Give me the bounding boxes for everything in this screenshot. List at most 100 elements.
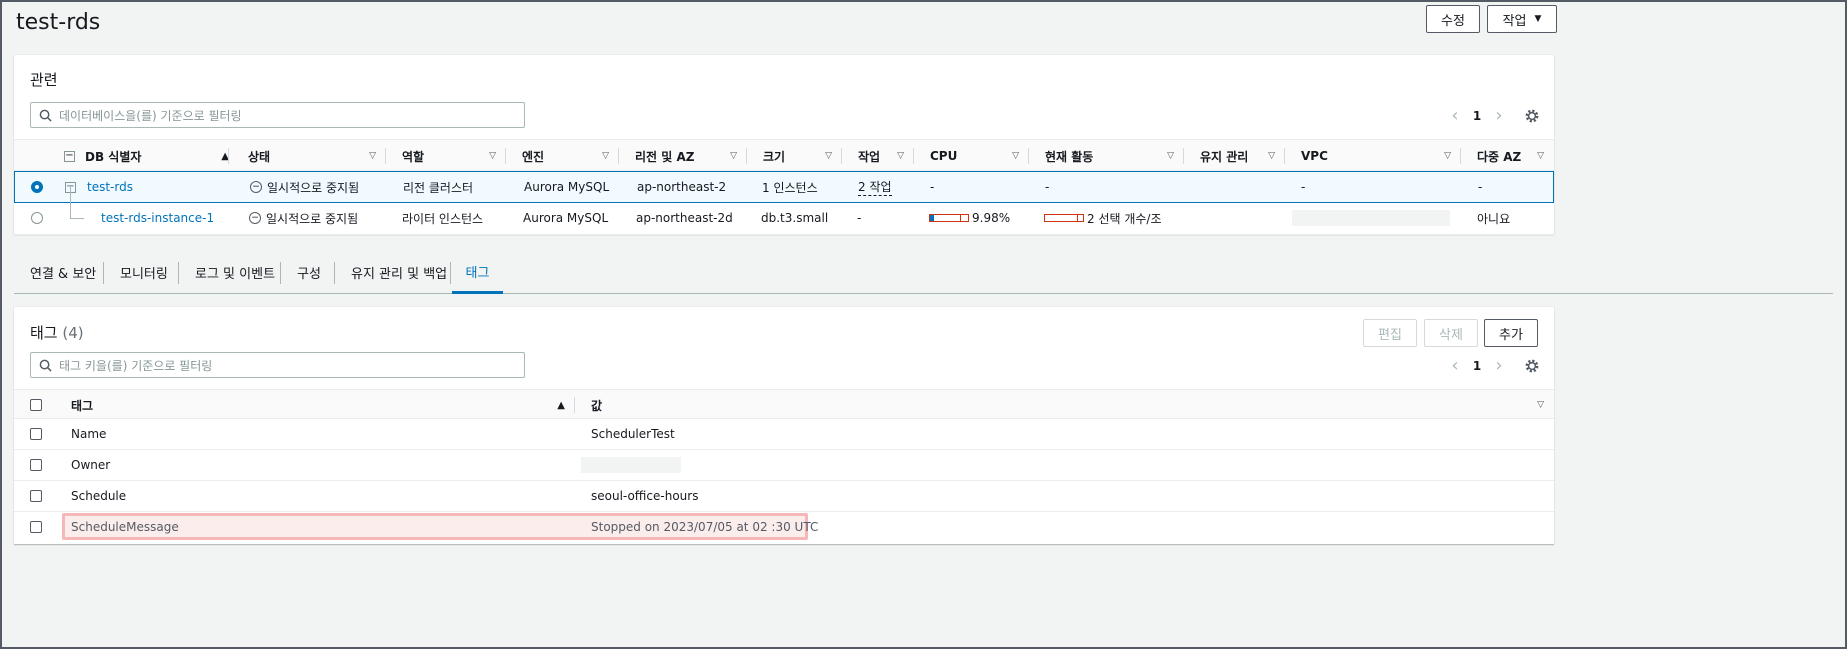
col-tag-value[interactable]: 값 ▽ [591, 390, 1554, 420]
tab-logs-events[interactable]: 로그 및 이벤트 [195, 252, 275, 293]
sort-icon[interactable]: ▽ [1444, 151, 1451, 161]
status-text: 일시적으로 중지됨 [267, 180, 360, 195]
col-region-az[interactable]: 리전 및 AZ ▽ [619, 140, 747, 172]
row-checkbox[interactable] [30, 521, 42, 533]
role-text: 라이터 인스턴스 [402, 211, 484, 226]
detail-tabs: 연결 & 보안 모니터링 로그 및 이벤트 구성 유지 관리 및 백업 태그 [14, 252, 1833, 294]
col-maintenance[interactable]: 유지 관리 ▽ [1184, 140, 1285, 172]
edit-tags-label: 편집 [1378, 327, 1402, 343]
related-pagination: ‹ 1 › [1444, 107, 1540, 125]
next-page-icon[interactable]: › [1488, 357, 1510, 375]
sort-icon[interactable]: ▽ [1268, 151, 1275, 161]
activity-bar [1044, 214, 1084, 222]
table-row[interactable]: Name SchedulerTest [14, 419, 1554, 450]
col-label: 값 [591, 398, 603, 413]
page-number[interactable]: 1 [1466, 109, 1488, 123]
col-role[interactable]: 역할 ▽ [386, 140, 506, 172]
table-row[interactable]: test-rds-instance-1 − 일시적으로 중지됨 라이터 인스턴스 … [14, 187, 1554, 235]
tags-table-header: 태그 ▲ 값 ▽ [14, 389, 1554, 419]
row-radio[interactable] [31, 212, 43, 224]
prev-page-icon[interactable]: ‹ [1444, 357, 1466, 375]
edit-tags-button[interactable]: 편집 [1363, 319, 1417, 347]
tab-monitoring[interactable]: 모니터링 [120, 252, 168, 293]
col-engine[interactable]: 엔진 ▽ [506, 140, 619, 172]
select-all-checkbox[interactable] [30, 399, 42, 411]
delete-tags-button[interactable]: 삭제 [1424, 319, 1478, 347]
tab-configuration[interactable]: 구성 [297, 252, 321, 293]
col-label: 상태 [248, 149, 271, 164]
tag-value-redacted [581, 457, 681, 473]
vpc-text: - [1301, 180, 1306, 194]
row-checkbox[interactable] [30, 459, 42, 471]
db-identifier-link[interactable]: test-rds-instance-1 [101, 211, 214, 225]
actions-button-label: 작업 [1502, 13, 1527, 29]
table-row[interactable]: − test-rds − 일시적으로 중지됨 리전 클러스터 Aurora MyS… [14, 171, 1554, 203]
col-vpc[interactable]: VPC ▽ [1285, 140, 1461, 172]
edit-button-label: 수정 [1441, 13, 1465, 29]
tag-filter-input[interactable]: 태그 키을(를) 기준으로 필터링 [30, 352, 525, 378]
settings-gear-icon[interactable] [1524, 108, 1540, 124]
delete-tags-label: 삭제 [1439, 327, 1463, 343]
tab-maintenance-backup[interactable]: 유지 관리 및 백업 [351, 252, 447, 293]
col-label: 현재 활동 [1045, 149, 1094, 164]
actions-count[interactable]: 2 작업 [858, 178, 892, 196]
sort-icon[interactable]: ▽ [1012, 151, 1019, 161]
page-title: test-rds [16, 10, 101, 35]
row-checkbox[interactable] [30, 428, 42, 440]
tags-title-text: 태그 [30, 324, 58, 342]
tags-pagination: ‹ 1 › [1444, 357, 1540, 375]
row-radio-selected[interactable] [31, 181, 43, 193]
size-text: db.t3.small [761, 211, 829, 225]
col-actions[interactable]: 작업 ▽ [842, 140, 914, 172]
sort-icon[interactable]: ▽ [602, 151, 609, 161]
prev-page-icon[interactable]: ‹ [1444, 107, 1466, 125]
database-filter-input[interactable]: 데이터베이스을(를) 기준으로 필터링 [30, 102, 525, 128]
db-identifier-link[interactable]: test-rds [87, 180, 133, 194]
cpu-usage-bar [929, 214, 969, 222]
settings-gear-icon[interactable] [1524, 358, 1540, 374]
stopped-status-icon: − [250, 181, 262, 193]
tab-connectivity-security[interactable]: 연결 & 보안 [30, 252, 96, 293]
col-label: 크기 [763, 149, 786, 164]
edit-button[interactable]: 수정 [1426, 5, 1480, 33]
sort-asc-icon[interactable]: ▲ [557, 400, 565, 411]
col-db-identifier[interactable]: − DB 식별자 ▲ [64, 140, 239, 172]
add-tag-label: 추가 [1499, 327, 1523, 343]
cpu-text: 9.98% [972, 211, 1011, 225]
next-page-icon[interactable]: › [1488, 107, 1510, 125]
col-multi-az[interactable]: 다중 AZ ▽ [1461, 140, 1554, 172]
tag-key: ScheduleMessage [71, 520, 179, 534]
sort-icon[interactable]: ▽ [1537, 151, 1544, 161]
region-text: ap-northeast-2d [636, 211, 733, 225]
actions-dropdown-button[interactable]: 작업 ▼ [1487, 5, 1557, 33]
col-label: 엔진 [522, 149, 545, 164]
tab-tags[interactable]: 태그 [452, 252, 503, 294]
row-checkbox[interactable] [30, 490, 42, 502]
col-label: 작업 [858, 149, 881, 164]
col-current-activity[interactable]: 현재 활동 ▽ [1029, 140, 1184, 172]
expand-all-icon[interactable]: − [64, 150, 75, 162]
sort-icon[interactable]: ▽ [825, 151, 832, 161]
table-row[interactable]: Schedule seoul-office-hours [14, 481, 1554, 512]
table-row[interactable]: Owner [14, 450, 1554, 481]
sort-icon[interactable]: ▽ [489, 151, 496, 161]
role-text: 리전 클러스터 [403, 180, 474, 195]
tag-key: Owner [71, 458, 111, 472]
sort-icon[interactable]: ▽ [1167, 151, 1174, 161]
search-placeholder: 태그 키을(를) 기준으로 필터링 [59, 358, 213, 373]
sort-icon[interactable]: ▽ [369, 151, 376, 161]
col-cpu[interactable]: CPU ▽ [914, 140, 1029, 172]
col-status[interactable]: 상태 ▽ [228, 140, 386, 172]
col-tag-key[interactable]: 태그 ▲ [71, 390, 575, 420]
col-label: 다중 AZ [1477, 149, 1522, 164]
related-table-header: − DB 식별자 ▲ 상태 ▽ 역할 ▽ 엔진 ▽ 리전 및 AZ ▽ 크기 ▽ 작업 ▽ … [14, 139, 1554, 171]
col-size[interactable]: 크기 ▽ [747, 140, 842, 172]
table-row[interactable]: ScheduleMessage Stopped on 2023/07/05 at… [14, 512, 1554, 543]
sort-icon[interactable]: ▽ [1537, 400, 1544, 410]
page-number[interactable]: 1 [1466, 359, 1488, 373]
add-tag-button[interactable]: 추가 [1484, 319, 1538, 347]
col-label: 역할 [402, 149, 425, 164]
multi-az-text: 아니요 [1477, 211, 1511, 226]
sort-icon[interactable]: ▽ [897, 151, 904, 161]
sort-icon[interactable]: ▽ [730, 151, 737, 161]
